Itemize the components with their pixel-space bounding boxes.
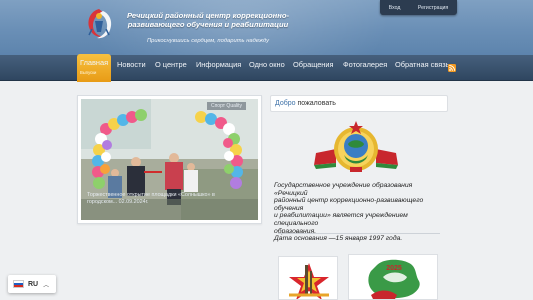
nav-item-info[interactable]: Информация [196,55,241,81]
language-switcher[interactable]: RU ︿ [8,275,56,293]
welcome-panel: Добро пожаловать Государственное учрежде… [270,95,448,242]
auth-bar: Вход Регистрация [380,0,457,15]
login-link[interactable]: Вход [389,5,401,11]
welcome-text-line: и реабилитации» является учреждением спе… [274,212,408,227]
welcome-heading-rest: пожаловать [295,100,336,107]
welcome-divider [278,233,440,234]
welcome-heading-accent: Добро [275,100,296,107]
site-slogan: Прикоснувшись сердцем, подарить надежду [146,38,269,44]
nav-item-feedback[interactable]: Обратная связь [395,55,449,81]
nav-item-news[interactable]: Новости [117,55,146,81]
register-link[interactable]: Регистрация [418,5,448,11]
slider-photo[interactable]: Спорт Quality Торжественное открытие пло… [81,99,258,220]
welcome-text-line: Дата основания —15 января 1997 года. [274,235,403,243]
banner-year-label: 2025 [386,265,402,272]
nav-item-label: Главная [80,58,109,67]
site-header: Речицкий районный центр коррекционно-раз… [0,0,533,55]
nav-item-appeals[interactable]: Обращения [293,55,334,81]
site-title: Речицкий районный центр коррекционно-раз… [126,11,290,29]
slider-caption[interactable]: Торжественное открытие площадки «Солнышк… [87,192,237,206]
nav-item-about[interactable]: О центре [155,55,187,81]
welcome-text-line: районный центр коррекционно-развивающего… [274,197,424,212]
nav-item-gallery[interactable]: Фотогалерея [343,55,387,81]
banner-victory[interactable] [278,256,338,300]
nav-item-home[interactable]: Главная Выпуски [77,54,112,82]
victory-star-icon [279,257,337,299]
belarus-map-icon: 2025 [349,255,437,299]
welcome-heading: Добро пожаловать [270,95,448,112]
language-code: RU [28,280,39,288]
chevron-up-icon: ︿ [43,282,50,289]
slider-tag: Спорт Quality [206,102,246,110]
nav-item-sublabel: Выпуски [80,70,97,75]
russia-flag-icon [13,280,24,288]
state-emblem-icon [314,121,398,172]
nav-item-one-window[interactable]: Одно окно [249,55,285,81]
rss-icon[interactable] [448,64,456,72]
welcome-text-line: Государственное учреждение образования «… [274,182,413,197]
site-logo-icon[interactable] [82,5,116,45]
banner-year-2025[interactable]: 2025 [348,254,438,300]
news-slider[interactable]: Спорт Quality Торжественное открытие пло… [77,95,262,224]
